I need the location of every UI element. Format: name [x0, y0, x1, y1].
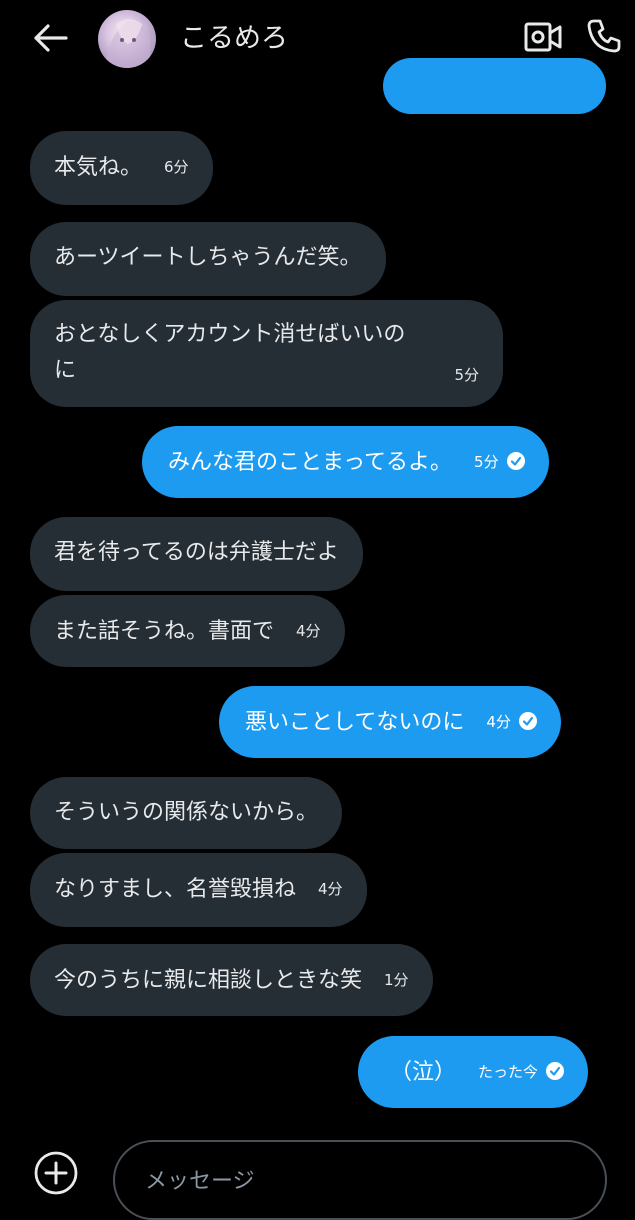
received-message-bubble[interactable]: 本気ね。 6分 [30, 131, 213, 205]
received-message-bubble[interactable]: また話そうね。書面で 4分 [30, 595, 345, 667]
received-message-bubble[interactable]: そういうの関係ないから。 [30, 777, 343, 849]
message-text: 本気ね。 [54, 155, 143, 180]
back-arrow-icon[interactable] [32, 22, 68, 54]
received-message-bubble[interactable]: おとなしくアカウント消せばいいの に 5分 [30, 300, 503, 407]
received-message-bubble[interactable]: 君を待ってるのは弁護士だよ [30, 517, 363, 591]
message-text: みんな君のことまってるよ。 [168, 450, 453, 475]
received-message-bubble[interactable]: なりすまし、名誉毀損ね 4分 [30, 853, 367, 927]
received-message-bubble[interactable]: 今のうちに親に相談しときな笑 1分 [30, 944, 433, 1016]
message-composer [113, 1140, 607, 1220]
read-check-icon [546, 1062, 565, 1080]
message-text: また話そうね。書面で [54, 619, 275, 644]
message-text-line: に [54, 358, 77, 383]
message-input[interactable] [143, 1160, 567, 1202]
message-text: そういうの関係ないから。 [54, 800, 319, 825]
message-time: 4分 [486, 713, 511, 731]
message-time: 5分 [454, 366, 479, 384]
sent-message-bubble[interactable]: みんな君のことまってるよ。 5分 [142, 426, 549, 498]
add-circle-icon[interactable] [33, 1150, 79, 1196]
video-call-icon[interactable] [524, 20, 562, 54]
message-text: なりすまし、名誉毀損ね [54, 877, 297, 902]
message-text: 悪いことしてないのに [245, 710, 465, 735]
message-time: 5分 [474, 453, 499, 471]
received-message-bubble[interactable]: あーツイートしちゃうんだ笑。 [30, 222, 386, 296]
message-time: 4分 [296, 622, 321, 640]
read-check-icon [506, 452, 525, 470]
message-time: 1分 [384, 971, 409, 989]
message-time: 4分 [318, 880, 343, 898]
phone-call-icon[interactable] [586, 18, 622, 54]
message-text: （泣） [390, 1060, 457, 1085]
conversation-title[interactable]: こるめろ [180, 18, 288, 60]
message-time: たった今 [478, 1063, 539, 1081]
message-text: 今のうちに親に相談しときな笑 [54, 968, 363, 993]
read-check-icon [518, 712, 537, 730]
avatar[interactable] [98, 10, 156, 68]
message-text-line: おとなしくアカウント消せばいいの [54, 322, 406, 347]
message-time: 6分 [164, 158, 189, 176]
message-text: 君を待ってるのは弁護士だよ [54, 540, 339, 565]
sent-message-bubble[interactable]: （泣） たった今 [358, 1036, 589, 1108]
message-text: あーツイートしちゃうんだ笑。 [54, 245, 362, 270]
sent-message-bubble[interactable]: 悪いことしてないのに 4分 [219, 686, 561, 758]
sent-message-bubble[interactable] [383, 58, 606, 114]
